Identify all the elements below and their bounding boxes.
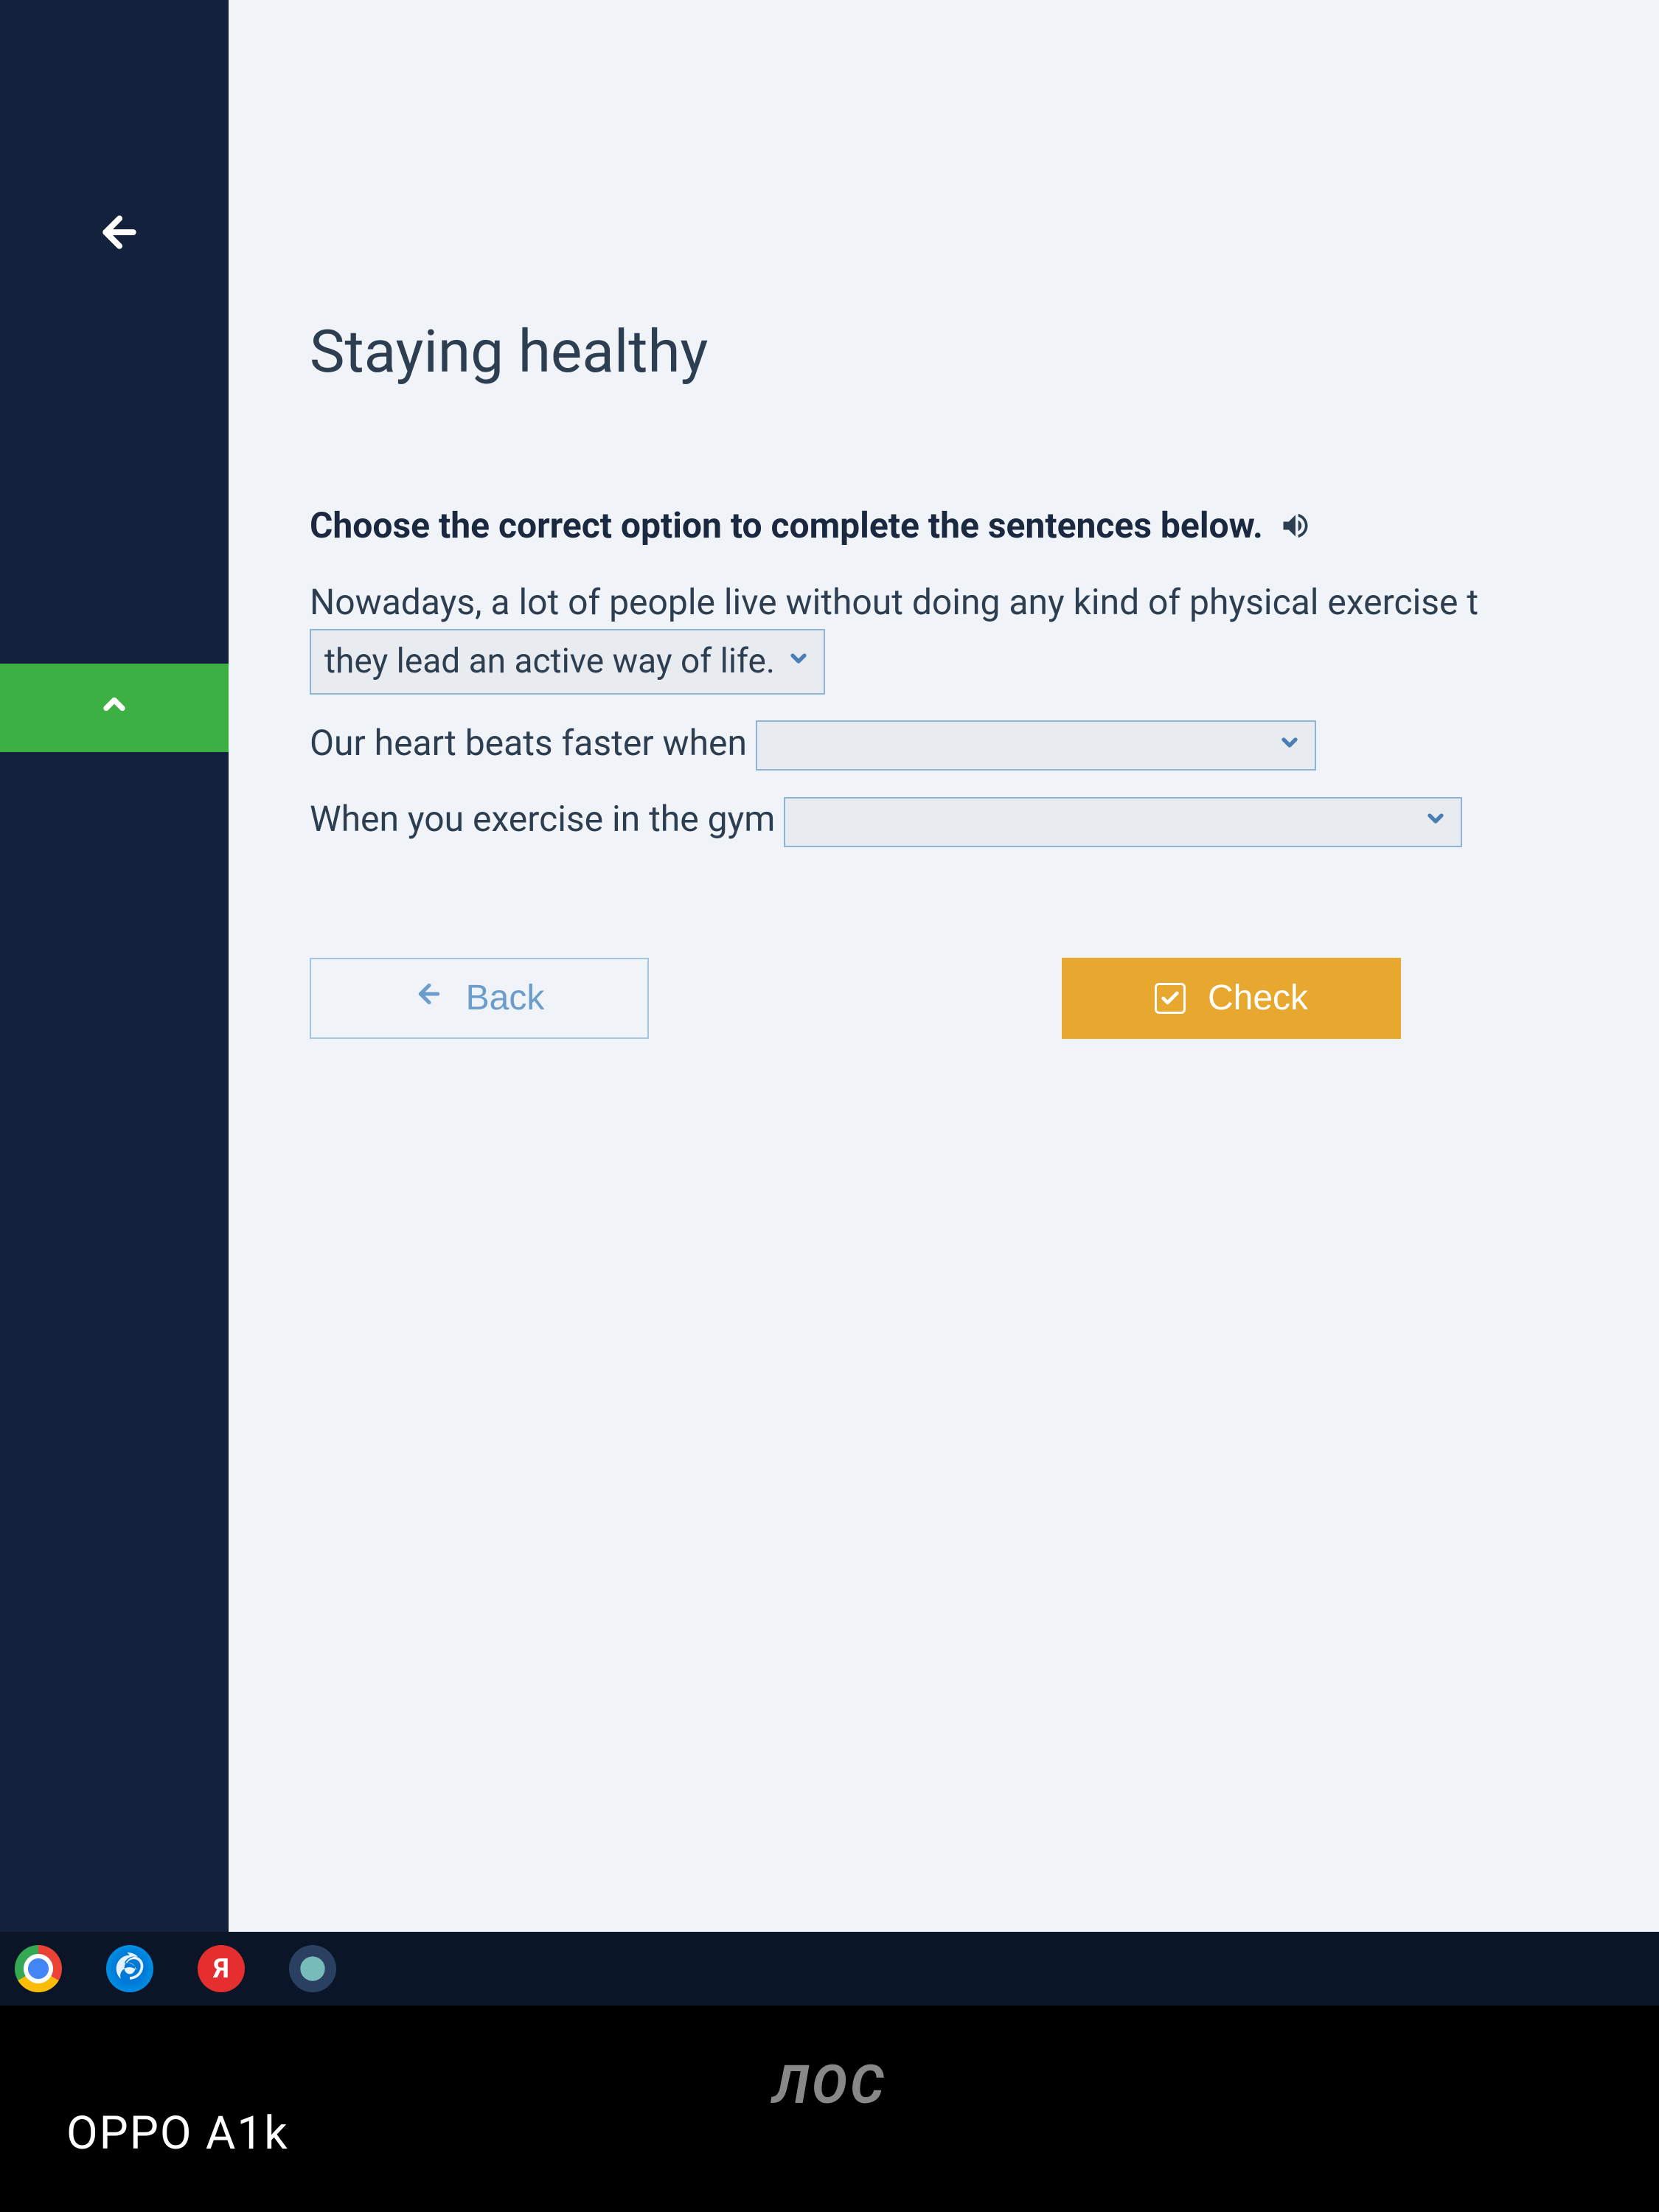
taskbar: Я (0, 1932, 1659, 2006)
audio-icon[interactable] (1278, 508, 1313, 543)
button-row: Back Check (310, 958, 1615, 1039)
edge-icon[interactable] (106, 1945, 153, 1992)
sentence-1-text: Nowadays, a lot of people live without d… (310, 581, 1478, 623)
check-button-label: Check (1208, 978, 1308, 1018)
chevron-up-icon (98, 687, 131, 729)
sentence-2-text: Our heart beats faster when (310, 722, 747, 764)
arrow-left-icon (414, 979, 444, 1017)
instruction-row: Choose the correct option to complete th… (310, 504, 1615, 546)
sentence-2: Our heart beats faster when (310, 717, 1615, 771)
sentence-3: When you exercise in the gym (310, 793, 1615, 846)
sidebar (0, 0, 229, 1954)
app-screen: Staying healthy Choose the correct optio… (0, 0, 1659, 1954)
sentence-1: Nowadays, a lot of people live without d… (310, 576, 1615, 695)
dropdown-3[interactable] (784, 797, 1462, 847)
back-button[interactable]: Back (310, 958, 649, 1039)
chevron-down-icon (1424, 801, 1447, 843)
sidebar-active-item[interactable] (0, 664, 229, 752)
check-button[interactable]: Check (1062, 958, 1401, 1039)
checkmark-icon (1155, 983, 1186, 1014)
dropdown-1-value: they lead an active way of life. (324, 636, 775, 687)
dropdown-2[interactable] (756, 720, 1316, 771)
app-icon[interactable] (289, 1945, 336, 1992)
chevron-down-icon (787, 641, 810, 683)
watermark: OPPO A1k (66, 2107, 289, 2160)
chevron-down-icon (1278, 725, 1301, 767)
sentence-3-text: When you exercise in the gym (310, 798, 775, 840)
main-content: Staying healthy Choose the correct optio… (229, 0, 1659, 1954)
yandex-label: Я (213, 1953, 229, 1984)
instruction-text: Choose the correct option to complete th… (310, 504, 1263, 546)
back-button-label: Back (466, 978, 545, 1018)
dropdown-1[interactable]: they lead an active way of life. (310, 629, 825, 695)
yandex-icon[interactable]: Я (198, 1945, 245, 1992)
page-title: Staying healthy (310, 317, 1615, 386)
monitor-brand: ЛOC (772, 2053, 886, 2116)
chrome-icon[interactable] (15, 1945, 62, 1992)
back-arrow-icon[interactable] (96, 206, 143, 269)
